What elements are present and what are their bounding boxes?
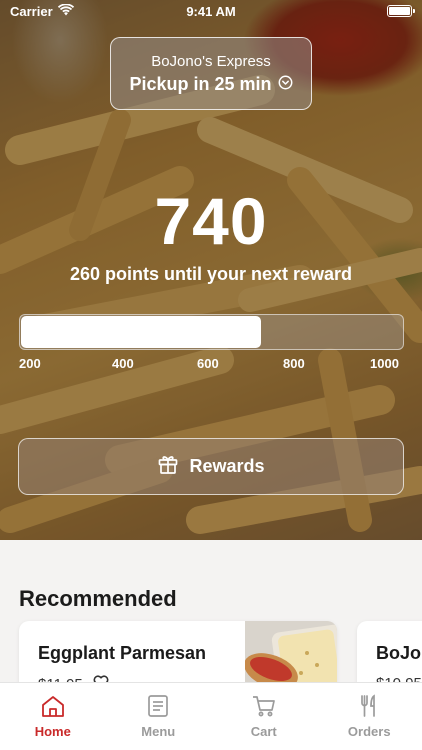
pickup-time: Pickup in 25 min (111, 74, 311, 95)
rewards-button[interactable]: Rewards (18, 438, 404, 495)
tab-bar: Home Menu Cart Orders (0, 682, 422, 750)
menu-icon (145, 694, 171, 721)
tab-label: Menu (141, 724, 176, 739)
status-time: 9:41 AM (186, 4, 236, 19)
tick-label: 800 (283, 356, 305, 371)
points-total: 740 (154, 184, 268, 258)
status-bar: Carrier 9:41 AM (0, 0, 422, 24)
store-name: BoJono's Express (151, 53, 271, 70)
battery-icon (387, 5, 415, 17)
progress-ticks: 200 400 600 800 1000 (0, 356, 422, 374)
tab-label: Orders (347, 724, 391, 739)
tick-label: 600 (197, 356, 219, 371)
tick-label: 400 (112, 356, 134, 371)
pickup-label: Pickup in 25 min (129, 74, 272, 94)
rewards-progress-fill (21, 316, 261, 348)
home-icon (40, 694, 66, 721)
orders-icon (356, 694, 382, 721)
tab-cart[interactable]: Cart (211, 683, 317, 750)
tab-label: Home (34, 724, 71, 739)
store-selector[interactable]: BoJono's Express Pickup in 25 min (110, 37, 312, 110)
cart-icon (251, 694, 277, 721)
tab-home[interactable]: Home (0, 683, 106, 750)
item-name: Eggplant Parmesan (38, 643, 207, 663)
tick-label: 200 (19, 356, 41, 371)
item-name: BoJon (376, 643, 422, 663)
chevron-down-circle-icon (278, 74, 293, 95)
tab-label: Cart (250, 724, 277, 739)
tab-menu[interactable]: Menu (106, 683, 212, 750)
rewards-button-label: Rewards (189, 456, 265, 476)
rewards-progress-bar (19, 314, 404, 350)
tab-orders[interactable]: Orders (317, 683, 422, 750)
recommended-heading: Recommended (19, 586, 177, 611)
gift-icon (157, 453, 179, 480)
points-until-reward: 260 points until your next reward (69, 264, 353, 284)
tick-label: 1000 (370, 356, 399, 371)
